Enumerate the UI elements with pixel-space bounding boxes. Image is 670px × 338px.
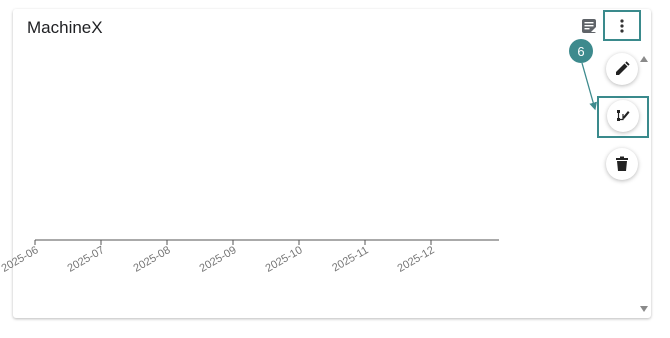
x-axis-tick-label: 2025-09 <box>198 244 239 275</box>
x-axis-tick-label: 2025-10 <box>264 244 305 275</box>
x-axis-tick-label: 2025-11 <box>330 244 370 274</box>
x-axis-tick-label: 2025-08 <box>132 244 173 275</box>
widget-card: MachineX 6 2025-06 2025-07 2025-08 2025-… <box>0 9 651 318</box>
x-axis-tick-label: 2025-07 <box>66 244 107 275</box>
chart-x-axis: 2025-06 2025-07 2025-08 2025-09 2025-10 2025-… <box>0 239 499 275</box>
x-axis-tick-label: 2025-12 <box>396 244 437 275</box>
x-axis-tick-label: 2025-06 <box>0 244 40 275</box>
